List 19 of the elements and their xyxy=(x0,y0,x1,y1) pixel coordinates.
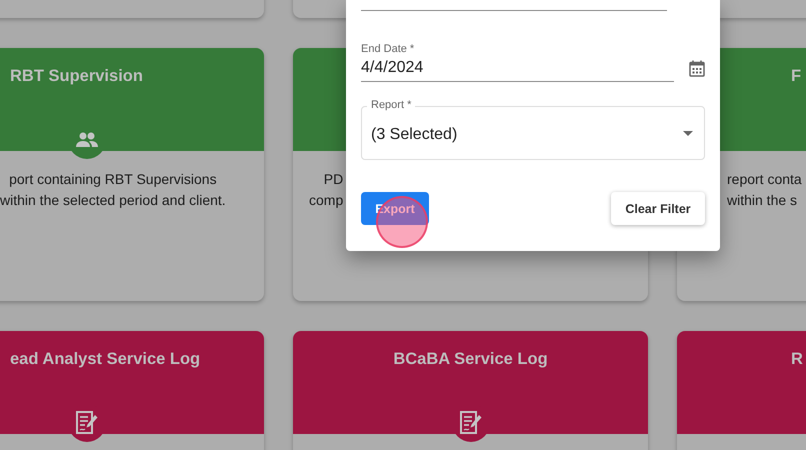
report-value: (3 Selected) xyxy=(371,126,458,144)
card-title: BCaBA Service Log xyxy=(393,350,548,369)
end-date-field[interactable]: 4/4/2024 xyxy=(361,59,674,77)
people-icon xyxy=(76,132,98,148)
calendar-icon[interactable] xyxy=(689,60,705,77)
report-select[interactable]: Report * (3 Selected) xyxy=(361,99,705,160)
signed-document-icon xyxy=(76,411,98,435)
report-label: Report * xyxy=(367,99,416,111)
card-title: RBT Supervision xyxy=(10,67,143,86)
card-description: port containing RBT Supervisions within the selected period and client. xyxy=(0,170,226,210)
card-description: PD comp xyxy=(309,170,344,210)
end-date-label: End Date * xyxy=(361,43,416,55)
card-title: ead Analyst Service Log xyxy=(10,350,200,369)
signed-document-icon xyxy=(460,411,482,435)
caret-icon xyxy=(683,130,693,136)
card-description: report conta within the s xyxy=(727,170,802,210)
clear-filter-button[interactable]: Clear Filter xyxy=(611,192,705,225)
card-title: R xyxy=(791,350,803,369)
card-title: F xyxy=(791,67,802,86)
